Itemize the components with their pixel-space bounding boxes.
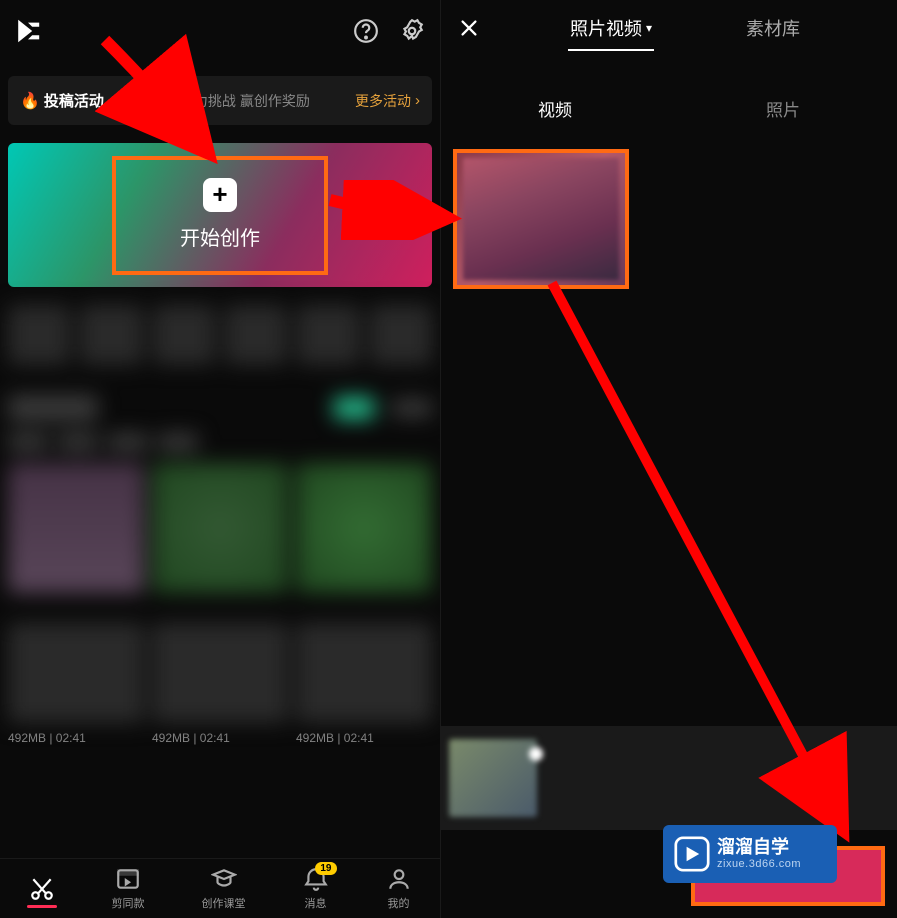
media-item-1[interactable] [453, 149, 629, 289]
meta-3: 492MB | 02:41 [296, 731, 432, 745]
nav-profile[interactable]: 我的 [386, 866, 412, 911]
nav-messages[interactable]: 19 消息 [303, 866, 329, 911]
promo-more-link[interactable]: 更多活动 [355, 91, 411, 111]
watermark-url: zixue.3d66.com [717, 858, 801, 871]
watermark-title: 溜溜自学 [717, 837, 801, 859]
project-meta-row: 492MB | 02:41 492MB | 02:41 492MB | 02:4… [8, 731, 432, 745]
nav-course-label: 创作课堂 [202, 895, 246, 911]
app-logo-icon [14, 16, 44, 46]
promo-badge: 投稿活动 [44, 90, 104, 111]
start-create-button[interactable]: + 开始创作 [8, 143, 432, 287]
nav-course[interactable]: 创作课堂 [202, 866, 246, 911]
promo-banner[interactable]: 🔥投稿活动 参与剪映超能力挑战 赢创作奖励 更多活动 › [8, 76, 432, 125]
meta-2: 492MB | 02:41 [152, 731, 288, 745]
help-icon[interactable] [352, 17, 380, 45]
subtab-video[interactable]: 视频 [441, 86, 669, 131]
bottom-navigation: 剪同款 创作课堂 19 消息 我的 [0, 858, 440, 918]
app-home-screen: 🔥投稿活动 参与剪映超能力挑战 赢创作奖励 更多活动 › + 开始创作 [0, 0, 440, 918]
nav-templates-label: 剪同款 [112, 895, 145, 911]
chevron-down-icon: ▾ [646, 21, 652, 35]
nav-cut[interactable] [29, 876, 55, 902]
fire-icon: 🔥 [20, 91, 40, 111]
subtab-photo[interactable]: 照片 [669, 86, 897, 131]
blurred-templates [8, 305, 432, 723]
chevron-right-icon: › [415, 92, 420, 109]
nav-messages-label: 消息 [305, 895, 327, 911]
nav-templates[interactable]: 剪同款 [112, 866, 145, 911]
app-header [0, 0, 440, 62]
create-highlight: + 开始创作 [112, 156, 328, 275]
watermark-logo-icon [673, 835, 711, 873]
media-grid [441, 131, 897, 307]
plus-icon: + [203, 178, 237, 212]
media-subtabs: 视频 照片 [441, 86, 897, 131]
settings-icon[interactable] [398, 17, 426, 45]
watermark-badge: 溜溜自学 zixue.3d66.com [663, 825, 837, 883]
nav-profile-label: 我的 [388, 895, 410, 911]
nav-messages-badge: 19 [315, 862, 336, 875]
media-picker-screen: 照片视频 ▾ 素材库 视频 照片 [440, 0, 897, 918]
meta-1: 492MB | 02:41 [8, 731, 144, 745]
selected-thumb[interactable] [449, 739, 537, 817]
close-button[interactable] [453, 12, 485, 44]
tab-material-library[interactable]: 素材库 [744, 3, 802, 53]
picker-header: 照片视频 ▾ 素材库 [441, 0, 897, 56]
selection-strip [441, 726, 897, 830]
promo-text: 参与剪映超能力挑战 赢创作奖励 [110, 91, 355, 111]
create-label: 开始创作 [180, 222, 260, 251]
tab-photo-video[interactable]: 照片视频 ▾ [568, 3, 654, 53]
